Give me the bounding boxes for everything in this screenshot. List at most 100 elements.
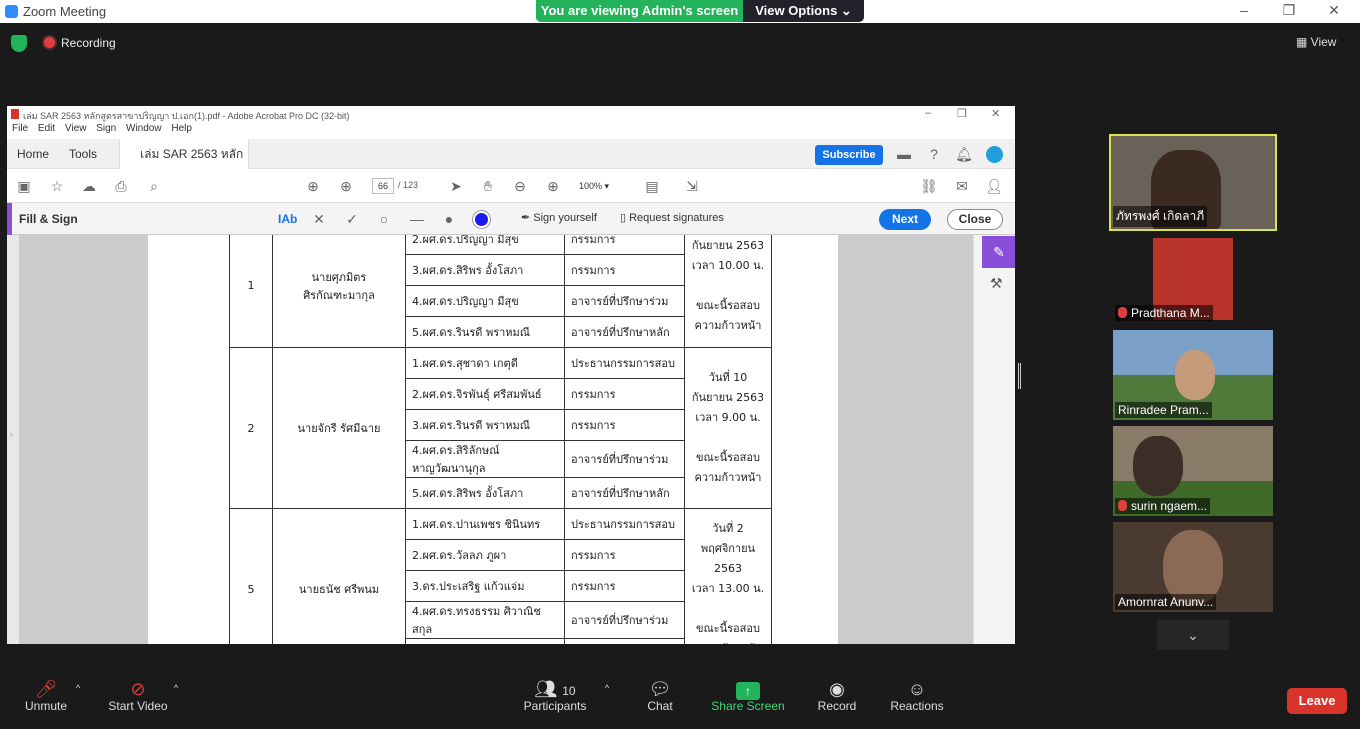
link-icon[interactable]: ⛓: [920, 177, 938, 195]
participant-tile-active[interactable]: ภัทรพงศ์ เกิดลาภี: [1109, 134, 1277, 231]
video-options-caret-icon[interactable]: ^: [170, 665, 182, 729]
view-options-button[interactable]: View Options ⌄: [743, 0, 864, 22]
committee-role: อาจารย์ที่ปรึกษาร่วม: [564, 440, 685, 478]
tab-document[interactable]: เล่ม SAR 2563 หลักสู... ✕: [119, 139, 249, 191]
sign-yourself-label: Sign yourself: [533, 212, 597, 224]
participants-count: 10: [562, 684, 576, 698]
upload-icon[interactable]: ☁: [80, 177, 98, 195]
chat-button[interactable]: 💬︎ Chat: [638, 665, 682, 729]
reactions-button[interactable]: ☺ Reactions: [888, 665, 946, 729]
expand-left-icon[interactable]: ›: [10, 430, 13, 439]
zoom-in-icon[interactable]: ⊕: [544, 177, 562, 195]
cross-mark-icon[interactable]: ✕: [310, 210, 328, 228]
committee-member: 4.ผศ.ดร.สิริลักษณ์ หาญวัฒนานุกุล: [405, 440, 565, 478]
mic-muted-icon: [1118, 307, 1127, 318]
unmute-button[interactable]: 🎤︎ Unmute: [20, 665, 72, 729]
zoom-search-icon[interactable]: ⌕: [145, 177, 163, 195]
zoom-logo-icon: [5, 5, 18, 18]
participant-name: Rinradee Pram...: [1115, 402, 1212, 418]
page-up-icon[interactable]: ⊕: [304, 177, 322, 195]
account-avatar[interactable]: [986, 146, 1003, 163]
participants-button[interactable]: 👥︎ 10 Participants: [518, 665, 592, 729]
committee-member: 2.ผศ.ดร.ปริญญา มีสุข: [405, 235, 565, 255]
menu-view[interactable]: View: [65, 123, 87, 134]
participant-tile[interactable]: surin ngaem...: [1113, 426, 1273, 516]
page-down-icon[interactable]: ⊕: [337, 177, 355, 195]
save-icon[interactable]: ▣: [15, 177, 33, 195]
tab-home[interactable]: Home: [17, 139, 67, 169]
meeting-controls: 🎤︎ Unmute ^ ⊘ Start Video ^ 👥︎ 10 Participa…: [0, 665, 1360, 729]
tools-wrench-icon[interactable]: ⚒: [990, 275, 1003, 292]
circle-icon[interactable]: ○: [375, 210, 393, 228]
participants-caret-icon[interactable]: ^: [600, 665, 614, 729]
menu-edit[interactable]: Edit: [38, 123, 55, 134]
zoom-level-value: 100%: [579, 181, 603, 191]
more-participants-chevron-icon[interactable]: ⌄: [1157, 620, 1229, 650]
help-icon[interactable]: ?: [925, 145, 943, 163]
menu-sign[interactable]: Sign: [96, 123, 116, 134]
shared-screen-acrobat[interactable]: เล่ม SAR 2563 หลักสูตรสาขาปริญญา ป.เอก(1…: [7, 106, 1015, 644]
security-shield-icon[interactable]: [11, 35, 27, 52]
acrobat-window-title: เล่ม SAR 2563 หลักสูตรสาขาปริญญา ป.เอก(1…: [23, 111, 350, 121]
close-button[interactable]: Close: [947, 209, 1003, 230]
select-pointer-icon[interactable]: ➤: [447, 177, 465, 195]
add-text-tool[interactable]: IAb: [278, 212, 297, 226]
add-user-icon[interactable]: 👤︎: [985, 177, 1003, 195]
dot-icon[interactable]: ●: [440, 210, 458, 228]
menu-help[interactable]: Help: [171, 123, 192, 134]
request-signatures-button[interactable]: ▯ Request signatures: [620, 211, 724, 224]
participant-tile[interactable]: Amornrat Anunv...: [1113, 522, 1273, 612]
fill-sign-accent: [7, 203, 12, 235]
audio-options-caret-icon[interactable]: ^: [72, 665, 84, 729]
star-icon[interactable]: ☆: [48, 177, 66, 195]
participant-tile[interactable]: Pradthana M...: [1113, 238, 1273, 323]
committee-role: อาจารย์ที่ปรึกษาร่วม: [564, 285, 685, 317]
email-icon[interactable]: ✉: [953, 177, 971, 195]
unmute-label: Unmute: [24, 699, 68, 713]
fill-sign-bar: Fill & Sign IAb ✕ ✓ ○ — ● ✒ Sign yoursel…: [7, 203, 1015, 235]
panel-resize-handle[interactable]: [1018, 363, 1021, 389]
acrobat-tab-bar: Home Tools เล่ม SAR 2563 หลักสู... ✕ Sub…: [7, 139, 1015, 191]
participant-name: ภัทรพงศ์ เกิดลาภี: [1113, 206, 1208, 227]
pdf-viewport[interactable]: 1 นายศุภมิตร ศิรกัณฑะมากุล 2.ผศ.ดร.ปริญญา …: [19, 235, 973, 644]
page-number-input[interactable]: 66: [372, 178, 394, 194]
hand-icon[interactable]: ✋︎: [479, 177, 497, 195]
leave-button[interactable]: Leave: [1287, 688, 1347, 714]
record-button[interactable]: ◉ Record: [812, 665, 862, 729]
grid-view-icon: ▦: [1296, 35, 1311, 49]
next-button[interactable]: Next: [879, 209, 931, 230]
line-icon[interactable]: —: [408, 210, 426, 228]
comment-icon[interactable]: ▬: [895, 145, 913, 163]
menu-file[interactable]: File: [12, 123, 28, 134]
share-screen-label: Share Screen: [711, 699, 785, 713]
fill-sign-pen-icon[interactable]: ✎: [982, 236, 1015, 268]
tab-tools[interactable]: Tools: [69, 139, 119, 169]
page-display-icon[interactable]: ▤: [643, 177, 661, 195]
start-video-button[interactable]: ⊘ Start Video: [104, 665, 172, 729]
view-button[interactable]: ▦ View: [1296, 35, 1336, 49]
color-picker[interactable]: [473, 211, 490, 228]
subscribe-button[interactable]: Subscribe: [815, 145, 883, 165]
acro-minimize-icon[interactable]: –: [925, 107, 931, 119]
zoom-out-icon[interactable]: ⊖: [511, 177, 529, 195]
committee-member: 1.ผศ.ดร.สุชาดา เกตุดี: [405, 347, 565, 379]
minimize-icon[interactable]: –: [1233, 2, 1255, 20]
scroll-mode-icon[interactable]: ⇲: [683, 177, 701, 195]
maximize-icon[interactable]: ❐: [1278, 2, 1300, 20]
bell-icon[interactable]: 🔔︎: [955, 145, 973, 163]
participant-tile[interactable]: Rinradee Pram...: [1113, 330, 1273, 420]
menu-window[interactable]: Window: [126, 123, 162, 134]
zoom-level-select[interactable]: 100% ▾: [579, 178, 625, 194]
left-nav-rail[interactable]: ›: [7, 235, 19, 644]
sign-yourself-button[interactable]: ✒ Sign yourself: [521, 211, 597, 224]
pen-icon: ✒: [521, 212, 534, 224]
view-options-label: View Options: [755, 3, 838, 18]
row-number: 1: [229, 235, 273, 348]
acro-close-icon[interactable]: ✕: [991, 107, 1000, 120]
close-window-icon[interactable]: ✕: [1323, 2, 1345, 20]
print-icon[interactable]: ⎙: [112, 177, 130, 195]
share-screen-button[interactable]: ↑ Share Screen: [710, 665, 786, 729]
acro-restore-icon[interactable]: ❐: [957, 107, 967, 120]
checkmark-icon[interactable]: ✓: [343, 210, 361, 228]
recording-indicator[interactable]: Recording: [44, 36, 116, 50]
